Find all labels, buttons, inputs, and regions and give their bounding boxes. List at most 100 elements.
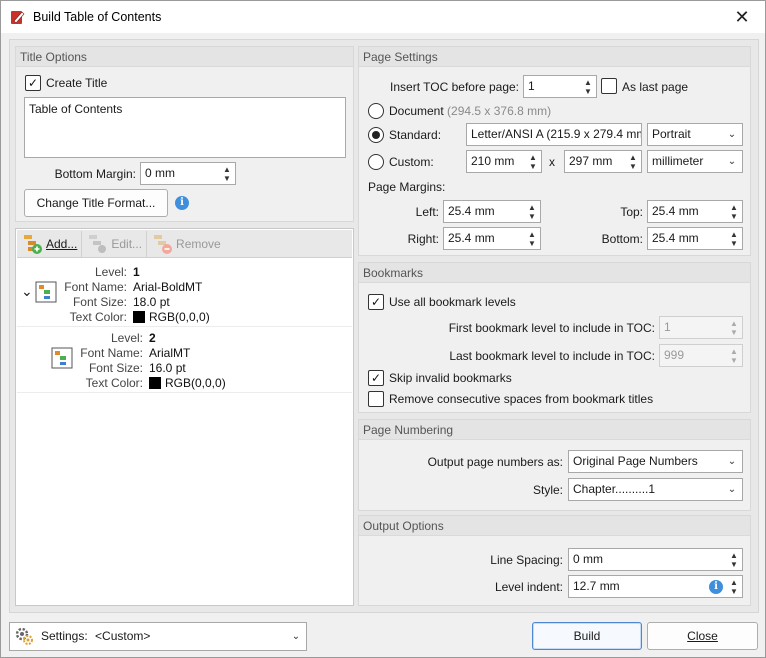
use-all-levels-label: Use all bookmark levels — [389, 295, 516, 309]
chevron-down-icon: ⌄ — [725, 451, 739, 472]
right-margin-spinner[interactable]: ▲ ▼ — [524, 228, 540, 249]
title-text-value: Table of Contents — [29, 102, 123, 116]
create-title-checkbox[interactable]: ✓ — [25, 75, 41, 91]
standard-size-value: Letter/ANSI A (215.9 x 279.4 mm) — [471, 127, 642, 141]
settings-gear-icon — [15, 627, 33, 645]
custom-width-spinner[interactable]: ▲ ▼ — [525, 151, 541, 172]
standard-size-select[interactable]: Letter/ANSI A (215.9 x 279.4 mm) — [466, 123, 642, 146]
standard-size-radio[interactable] — [368, 127, 384, 143]
first-level-input[interactable]: 1 ▲ ▼ — [659, 316, 743, 339]
output-numbers-select[interactable]: Original Page Numbers ⌄ — [568, 450, 743, 473]
bottom-margin-page-input[interactable]: 25.4 mm ▲ ▼ — [647, 227, 743, 250]
page-margins-label: Page Margins: — [368, 180, 446, 194]
level-indent-input[interactable]: 12.7 mm i ▲ ▼ — [568, 575, 743, 598]
style-select[interactable]: Chapter..........1 ⌄ — [568, 478, 743, 501]
custom-height-spinner[interactable]: ▲ ▼ — [625, 151, 641, 172]
change-title-format-button[interactable]: Change Title Format... — [24, 189, 168, 217]
text-color-key: Text Color: — [85, 376, 143, 390]
spin-down-icon: ▼ — [528, 238, 536, 248]
level-key: Level: — [110, 331, 143, 345]
remove-spaces-checkbox[interactable] — [368, 391, 384, 407]
spin-up-icon: ▲ — [730, 202, 738, 212]
line-spacing-input[interactable]: 0 mm ▲ ▼ — [568, 548, 743, 571]
bottom-margin-page-spinner[interactable]: ▲ ▼ — [726, 228, 742, 249]
last-level-input[interactable]: 999 ▲ ▼ — [659, 344, 743, 367]
settings-select[interactable]: Settings: <Custom> ⌄ — [9, 622, 307, 651]
window-title: Build Table of Contents — [33, 10, 162, 24]
spin-down-icon: ▼ — [223, 173, 231, 183]
level-entry[interactable]: Level: 2 Font Name: ArialMT Font Size: 1… — [17, 327, 352, 393]
remove-level-icon — [154, 234, 173, 254]
orientation-select[interactable]: Portrait ⌄ — [647, 123, 743, 146]
left-margin-input[interactable]: 25.4 mm ▲ ▼ — [443, 200, 541, 223]
spin-up-icon: ▲ — [528, 202, 536, 212]
spin-up-icon: ▲ — [730, 346, 738, 356]
font-name-value: Arial-BoldMT — [133, 280, 203, 294]
add-level-label: Add... — [46, 236, 78, 251]
spin-down-icon: ▼ — [730, 586, 738, 596]
edit-level-button[interactable]: Edit... — [82, 230, 148, 257]
orientation-value: Portrait — [652, 127, 691, 141]
top-margin-input[interactable]: 25.4 mm ▲ ▼ — [647, 200, 743, 223]
close-button[interactable]: Close — [647, 622, 758, 650]
info-icon[interactable]: i — [175, 196, 189, 210]
insert-toc-spinner[interactable]: ▲ ▼ — [580, 76, 596, 97]
font-name-value: ArialMT — [149, 346, 191, 360]
bottom-margin-spinner[interactable]: ▲ ▼ — [219, 163, 235, 184]
settings-value: <Custom> — [95, 629, 151, 643]
remove-level-button[interactable]: Remove — [147, 231, 225, 257]
close-window-button[interactable]: ✕ — [719, 1, 765, 33]
page-settings-header: Page Settings — [359, 47, 750, 67]
bottom-margin-input[interactable]: 0 mm ▲ ▼ — [140, 162, 236, 185]
title-options-header: Title Options — [16, 47, 353, 67]
top-margin-spinner[interactable]: ▲ ▼ — [726, 201, 742, 222]
custom-size-radio[interactable] — [368, 154, 384, 170]
level-key: Level: — [94, 265, 127, 279]
output-options-header: Output Options — [359, 516, 750, 536]
font-size-key: Font Size: — [72, 295, 127, 309]
chevron-down-icon[interactable]: ⌄ — [21, 283, 33, 300]
left-margin-spinner[interactable]: ▲ ▼ — [524, 201, 540, 222]
font-size-value: 18.0 pt — [133, 295, 170, 309]
first-level-label: First bookmark level to include in TOC: — [448, 321, 655, 335]
build-button[interactable]: Build — [532, 622, 642, 650]
document-size-radio[interactable] — [368, 103, 384, 119]
document-label: Document — [389, 104, 444, 118]
add-level-button[interactable]: Add... — [17, 230, 83, 257]
level-indent-value: 12.7 mm — [573, 579, 620, 593]
info-icon[interactable]: i — [709, 580, 723, 594]
last-level-value: 999 — [664, 348, 685, 362]
level-indent-spinner[interactable]: ▲ ▼ — [726, 576, 742, 597]
output-numbers-label: Output page numbers as: — [427, 455, 563, 469]
settings-label: Settings: — [41, 629, 88, 643]
right-margin-value: 25.4 mm — [448, 231, 495, 245]
level-value: 2 — [149, 331, 156, 345]
last-level-spinner[interactable]: ▲ ▼ — [726, 345, 742, 366]
font-size-value: 16.0 pt — [149, 361, 186, 375]
custom-width-input[interactable]: 210 mm ▲ ▼ — [466, 150, 542, 173]
insert-toc-label: Insert TOC before page: — [390, 80, 519, 94]
custom-height-input[interactable]: 297 mm ▲ ▼ — [564, 150, 642, 173]
right-margin-input[interactable]: 25.4 mm ▲ ▼ — [443, 227, 541, 250]
spin-down-icon: ▼ — [730, 559, 738, 569]
spin-up-icon: ▲ — [629, 152, 637, 162]
levels-panel: Add... Edit... Remove ⌄ Level: 1 Font Na… — [15, 228, 354, 606]
page-settings-group: Page Settings Insert TOC before page: 1 … — [358, 46, 751, 256]
times-sign: x — [549, 155, 555, 169]
page-numbering-header: Page Numbering — [359, 420, 750, 440]
levels-list[interactable]: ⌄ Level: 1 Font Name: Arial-BoldMT Font … — [17, 259, 352, 603]
title-text-field[interactable]: Table of Contents — [24, 97, 346, 158]
bookmarks-group: Bookmarks ✓ Use all bookmark levels Firs… — [358, 262, 751, 413]
level-entry[interactable]: ⌄ Level: 1 Font Name: Arial-BoldMT Font … — [17, 261, 352, 327]
as-last-page-checkbox[interactable] — [601, 78, 617, 94]
page-numbering-group: Page Numbering Output page numbers as: O… — [358, 419, 751, 511]
text-color-key: Text Color: — [69, 310, 127, 324]
line-spacing-spinner[interactable]: ▲ ▼ — [726, 549, 742, 570]
unit-select[interactable]: millimeter ⌄ — [647, 150, 743, 173]
output-numbers-value: Original Page Numbers — [573, 454, 698, 468]
skip-invalid-checkbox[interactable]: ✓ — [368, 370, 384, 386]
check-icon: ✓ — [370, 295, 382, 309]
use-all-levels-checkbox[interactable]: ✓ — [368, 294, 384, 310]
first-level-spinner[interactable]: ▲ ▼ — [726, 317, 742, 338]
insert-toc-input[interactable]: 1 ▲ ▼ — [523, 75, 597, 98]
